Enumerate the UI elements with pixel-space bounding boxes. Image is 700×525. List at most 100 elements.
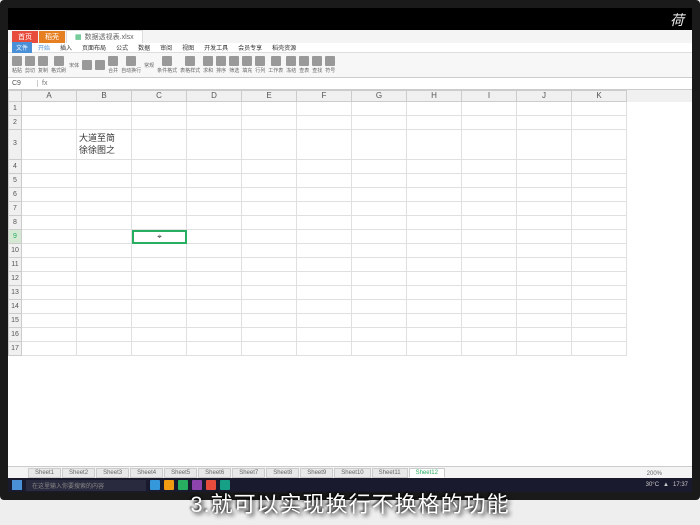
cell[interactable] — [297, 202, 352, 216]
cell[interactable] — [242, 116, 297, 130]
cell[interactable]: ⌖ — [132, 230, 187, 244]
cell[interactable] — [572, 160, 627, 174]
ribbon-tab-formula[interactable]: 公式 — [112, 42, 132, 53]
cell[interactable] — [352, 300, 407, 314]
row-header[interactable]: 8 — [8, 216, 22, 230]
cell[interactable] — [132, 160, 187, 174]
cell[interactable] — [517, 102, 572, 116]
ribbon-group[interactable]: 自动换行 — [121, 56, 141, 74]
row-header[interactable]: 5 — [8, 174, 22, 188]
cell[interactable] — [22, 272, 77, 286]
sheet-tab[interactable]: Sheet7 — [232, 468, 265, 478]
ribbon-group[interactable]: 求和 — [203, 56, 213, 74]
cell[interactable] — [22, 300, 77, 314]
ribbon-group[interactable]: 填充 — [242, 56, 252, 74]
cell[interactable] — [187, 244, 242, 258]
cell[interactable] — [462, 116, 517, 130]
row-header[interactable]: 7 — [8, 202, 22, 216]
cell[interactable] — [407, 102, 462, 116]
cell[interactable] — [187, 160, 242, 174]
row-header[interactable]: 16 — [8, 328, 22, 342]
cell[interactable] — [242, 130, 297, 160]
cell[interactable] — [297, 102, 352, 116]
ribbon-group[interactable]: 符号 — [325, 56, 335, 74]
cell[interactable] — [77, 342, 132, 356]
cell[interactable] — [462, 102, 517, 116]
cell[interactable] — [352, 244, 407, 258]
ribbon-tab-dev[interactable]: 开发工具 — [200, 42, 232, 53]
cell[interactable] — [572, 188, 627, 202]
cell[interactable] — [242, 300, 297, 314]
cell[interactable] — [297, 216, 352, 230]
cell[interactable] — [517, 160, 572, 174]
cell[interactable] — [572, 272, 627, 286]
row-header[interactable]: 17 — [8, 342, 22, 356]
cell[interactable] — [77, 202, 132, 216]
col-header[interactable]: I — [462, 90, 517, 102]
cell[interactable] — [297, 328, 352, 342]
col-header[interactable]: E — [242, 90, 297, 102]
sheet-tab[interactable]: Sheet5 — [164, 468, 197, 478]
cell[interactable] — [572, 230, 627, 244]
cell[interactable] — [77, 216, 132, 230]
cell[interactable] — [242, 328, 297, 342]
col-header[interactable]: B — [77, 90, 132, 102]
cell[interactable] — [242, 160, 297, 174]
cell[interactable] — [517, 230, 572, 244]
cell[interactable] — [462, 188, 517, 202]
ribbon-tab-data[interactable]: 数据 — [134, 42, 154, 53]
cell[interactable] — [22, 130, 77, 160]
row-header[interactable]: 6 — [8, 188, 22, 202]
ribbon-group[interactable] — [82, 60, 92, 70]
row-header[interactable]: 12 — [8, 272, 22, 286]
cell[interactable] — [22, 188, 77, 202]
cell[interactable] — [22, 202, 77, 216]
cell[interactable] — [407, 314, 462, 328]
cell[interactable] — [462, 272, 517, 286]
cell[interactable] — [572, 258, 627, 272]
sheet-tab[interactable]: Sheet9 — [300, 468, 333, 478]
cell[interactable] — [517, 130, 572, 160]
row-header[interactable]: 2 — [8, 116, 22, 130]
cell[interactable] — [22, 244, 77, 258]
cell[interactable] — [462, 328, 517, 342]
sheet-tab[interactable]: Sheet12 — [409, 468, 445, 478]
cell[interactable] — [22, 328, 77, 342]
cell[interactable] — [187, 314, 242, 328]
cell[interactable] — [352, 174, 407, 188]
cell[interactable] — [242, 216, 297, 230]
cell[interactable] — [352, 272, 407, 286]
cell[interactable] — [572, 102, 627, 116]
cell[interactable] — [187, 130, 242, 160]
cell[interactable] — [572, 216, 627, 230]
cell[interactable] — [187, 174, 242, 188]
select-all-corner[interactable] — [8, 90, 22, 102]
cell[interactable] — [297, 188, 352, 202]
ribbon-group[interactable]: 表格样式 — [180, 56, 200, 74]
cell[interactable] — [352, 130, 407, 160]
cell[interactable] — [242, 188, 297, 202]
cell[interactable] — [242, 202, 297, 216]
col-header[interactable]: C — [132, 90, 187, 102]
cell[interactable] — [352, 258, 407, 272]
cell[interactable] — [22, 102, 77, 116]
cell[interactable] — [297, 258, 352, 272]
cell[interactable] — [517, 174, 572, 188]
cell[interactable] — [517, 188, 572, 202]
cell[interactable] — [187, 116, 242, 130]
cell[interactable] — [132, 342, 187, 356]
cell[interactable] — [22, 258, 77, 272]
cell[interactable] — [132, 328, 187, 342]
cell[interactable] — [242, 174, 297, 188]
cell[interactable] — [22, 174, 77, 188]
cell[interactable] — [517, 202, 572, 216]
cell[interactable] — [517, 258, 572, 272]
cell[interactable] — [407, 328, 462, 342]
sheet-tab[interactable]: Sheet2 — [62, 468, 95, 478]
cell[interactable] — [77, 328, 132, 342]
row-header[interactable]: 11 — [8, 258, 22, 272]
ribbon-tab-member[interactable]: 会员专享 — [234, 42, 266, 53]
cell[interactable] — [187, 272, 242, 286]
ribbon-group[interactable]: 查找 — [312, 56, 322, 74]
cell[interactable] — [407, 130, 462, 160]
